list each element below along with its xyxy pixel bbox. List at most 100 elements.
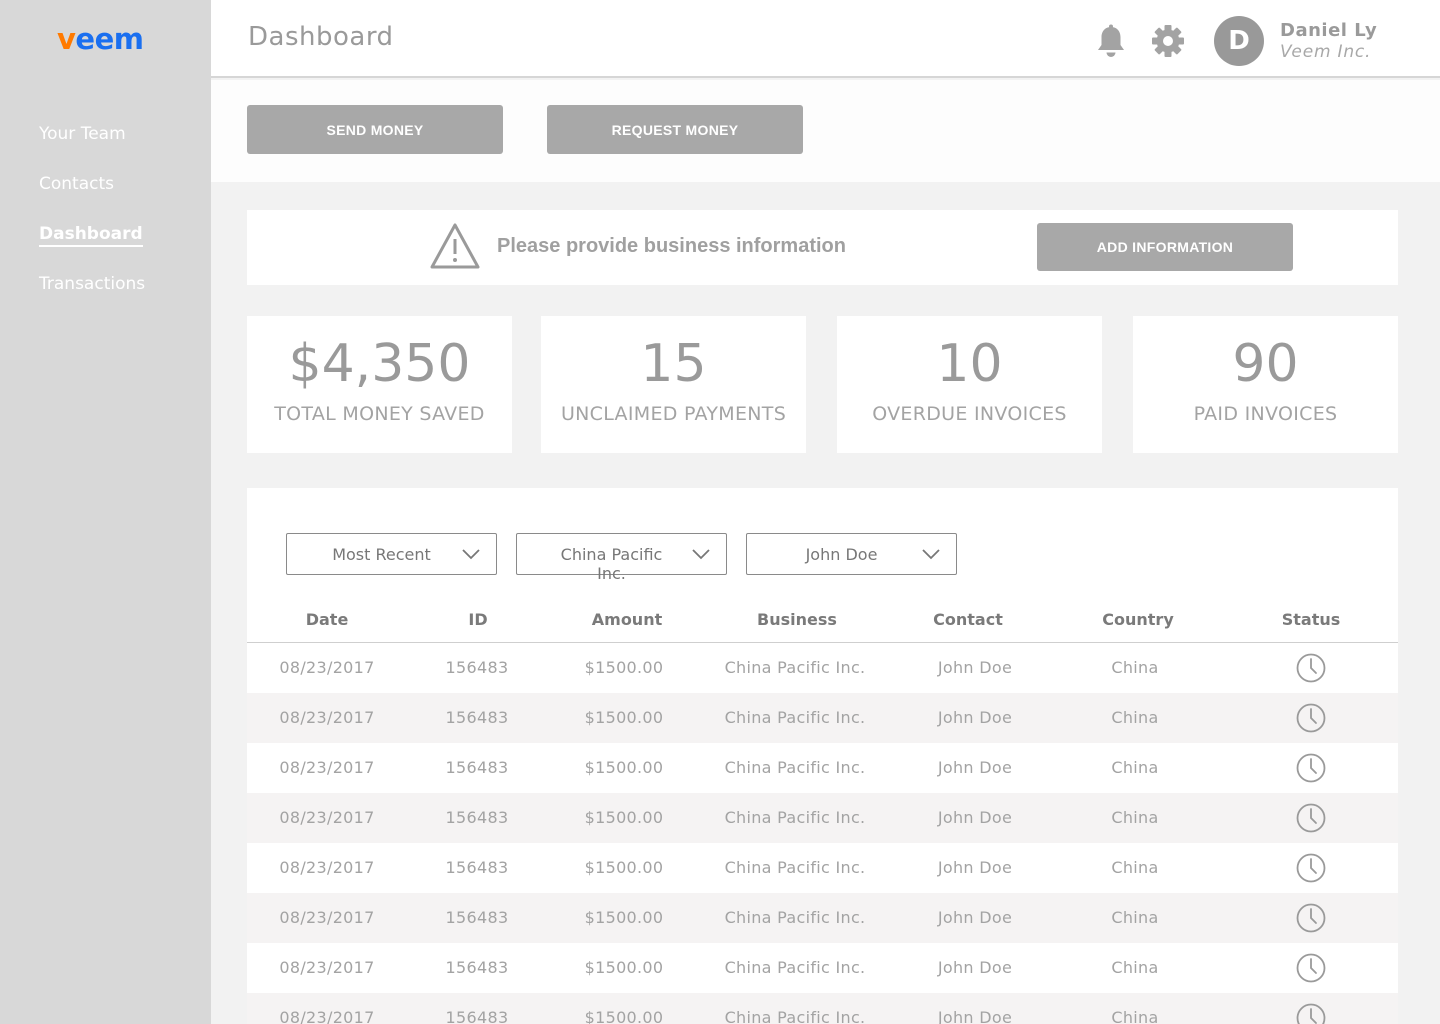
table-row[interactable]: 08/23/2017 156483 $1500.00 China Pacific… [247,943,1398,993]
table-row[interactable]: 08/23/2017 156483 $1500.00 China Pacific… [247,843,1398,893]
clock-icon [1296,1003,1326,1024]
send-money-button[interactable]: SEND MONEY [247,105,503,154]
column-header-business[interactable]: Business [757,610,837,629]
cell-date: 08/23/2017 [279,1008,375,1024]
cell-amount: $1500.00 [584,658,664,677]
cell-date: 08/23/2017 [279,908,375,927]
cell-date: 08/23/2017 [279,758,375,777]
table-row[interactable]: 08/23/2017 156483 $1500.00 China Pacific… [247,743,1398,793]
user-company: Veem Inc. [1280,42,1372,62]
warning-icon [430,223,480,269]
clock-icon [1296,753,1326,783]
chevron-down-icon [462,549,480,560]
cell-id: 156483 [445,1008,509,1024]
cell-business: China Pacific Inc. [724,708,866,727]
dropdown-value: China Pacific Inc. [560,545,663,583]
clock-icon [1296,703,1326,733]
logo-letter-v: v [57,22,76,56]
stat-label: UNCLAIMED PAYMENTS [560,403,787,425]
column-header-id[interactable]: ID [468,610,487,629]
stat-card-overdue-invoices: 10 OVERDUE INVOICES [837,316,1102,453]
stat-label: PAID INVOICES [1193,403,1338,425]
sidebar-item-label: Dashboard [39,224,143,247]
gear-icon[interactable] [1151,24,1185,58]
cell-country: China [1111,658,1159,677]
cell-id: 156483 [445,758,509,777]
cell-contact: John Doe [937,808,1013,827]
sidebar-item-dashboard[interactable]: Dashboard [39,224,145,274]
cell-country: China [1111,858,1159,877]
sidebar-item-contacts[interactable]: Contacts [39,174,145,224]
cell-date: 08/23/2017 [279,808,375,827]
sidebar-item-label: Contacts [39,174,114,194]
sidebar-item-label: Your Team [39,124,126,144]
veem-logo[interactable]: veem [57,22,144,56]
column-header-date[interactable]: Date [306,610,349,629]
stat-card-unclaimed-payments: 15 UNCLAIMED PAYMENTS [541,316,806,453]
cell-country: China [1111,1008,1159,1024]
user-name: Daniel Ly [1280,20,1378,41]
table-row[interactable]: 08/23/2017 156483 $1500.00 China Pacific… [247,693,1398,743]
cell-country: China [1111,708,1159,727]
contact-filter-dropdown[interactable]: John Doe [746,533,957,575]
stat-value: $4,350 [288,334,471,394]
stat-value: 10 [936,334,1003,394]
sidebar-item-your-team[interactable]: Your Team [39,124,145,174]
cell-amount: $1500.00 [584,958,664,977]
page-title: Dashboard [248,22,394,52]
table-row[interactable]: 08/23/2017 156483 $1500.00 China Pacific… [247,893,1398,943]
column-header-country[interactable]: Country [1102,610,1173,629]
cell-amount: $1500.00 [584,808,664,827]
sidebar-item-transactions[interactable]: Transactions [39,274,145,324]
cell-country: China [1111,908,1159,927]
sort-dropdown[interactable]: Most Recent [286,533,497,575]
column-header-status[interactable]: Status [1282,610,1341,629]
alert-message: Please provide business information [497,235,846,257]
stat-card-money-saved: $4,350 TOTAL MONEY SAVED [247,316,512,453]
table-row[interactable]: 08/23/2017 156483 $1500.00 China Pacific… [247,793,1398,843]
cell-id: 156483 [445,958,509,977]
clock-icon [1296,853,1326,883]
cell-country: China [1111,758,1159,777]
cell-id: 156483 [445,808,509,827]
cell-date: 08/23/2017 [279,958,375,977]
bell-icon[interactable] [1095,24,1127,60]
business-filter-dropdown[interactable]: China Pacific Inc. [516,533,727,583]
business-info-alert: Please provide business information ADD … [247,210,1398,285]
dropdown-value: John Doe [805,545,878,564]
column-header-contact[interactable]: Contact [933,610,1003,629]
cell-amount: $1500.00 [584,758,664,777]
cell-contact: John Doe [937,908,1013,927]
cell-contact: John Doe [937,708,1013,727]
table-body: 08/23/2017 156483 $1500.00 China Pacific… [247,643,1398,1024]
clock-icon [1296,903,1326,933]
cell-id: 156483 [445,908,509,927]
cell-id: 156483 [445,658,509,677]
table-row[interactable]: 08/23/2017 156483 $1500.00 China Pacific… [247,993,1398,1024]
action-bar: SEND MONEY REQUEST MONEY [211,80,1440,182]
cell-amount: $1500.00 [584,1008,664,1024]
cell-business: China Pacific Inc. [724,758,866,777]
sidebar-item-label: Transactions [39,274,146,294]
cell-contact: John Doe [937,958,1013,977]
cell-country: China [1111,958,1159,977]
cell-id: 156483 [445,858,509,877]
cell-business: China Pacific Inc. [724,908,866,927]
stat-label: TOTAL MONEY SAVED [274,403,485,425]
cell-country: China [1111,808,1159,827]
top-header: Dashboard D Daniel Ly Veem Inc. [211,0,1440,78]
sidebar: veem Your Team Contacts Dashboard Transa… [0,0,211,1024]
request-money-button[interactable]: REQUEST MONEY [547,105,803,154]
sidebar-nav: Your Team Contacts Dashboard Transaction… [39,124,145,324]
avatar[interactable]: D [1214,16,1264,66]
clock-icon [1296,653,1326,683]
dropdown-value: Most Recent [332,545,431,564]
stat-value: 90 [1232,334,1299,394]
cell-contact: John Doe [937,658,1013,677]
column-header-amount[interactable]: Amount [592,610,662,629]
cell-contact: John Doe [937,758,1013,777]
cell-date: 08/23/2017 [279,858,375,877]
add-information-button[interactable]: ADD INFORMATION [1037,223,1293,271]
table-row[interactable]: 08/23/2017 156483 $1500.00 China Pacific… [247,643,1398,693]
cell-business: China Pacific Inc. [724,958,866,977]
